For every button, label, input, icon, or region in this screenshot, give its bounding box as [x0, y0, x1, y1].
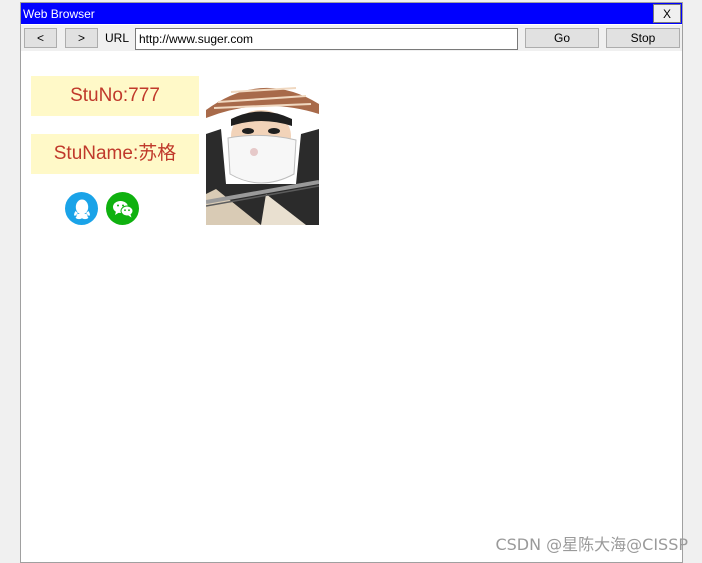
- window-title: Web Browser: [23, 7, 95, 21]
- url-input[interactable]: [135, 28, 518, 50]
- student-name-label: StuName:苏格: [31, 134, 199, 174]
- qq-icon[interactable]: [65, 192, 98, 225]
- close-button[interactable]: X: [653, 4, 681, 23]
- title-bar: Web Browser X: [21, 3, 682, 24]
- back-button[interactable]: <: [24, 28, 57, 48]
- wechat-icon[interactable]: [106, 192, 139, 225]
- stop-button[interactable]: Stop: [606, 28, 680, 48]
- student-number-label: StuNo:777: [31, 76, 199, 116]
- page-content: StuNo:777 StuName:苏格: [21, 52, 682, 562]
- url-label: URL: [105, 31, 130, 45]
- wechat-bubbles-glyph: [112, 200, 133, 217]
- avatar-image: [206, 74, 319, 225]
- navigation-toolbar: < > URL Go Stop: [21, 25, 682, 51]
- go-button[interactable]: Go: [525, 28, 599, 48]
- csdn-watermark: CSDN @星陈大海@CISSP: [495, 535, 688, 554]
- qq-penguin-glyph: [73, 199, 90, 219]
- browser-window: Web Browser X < > URL Go Stop StuNo:777 …: [20, 2, 683, 563]
- forward-button[interactable]: >: [65, 28, 98, 48]
